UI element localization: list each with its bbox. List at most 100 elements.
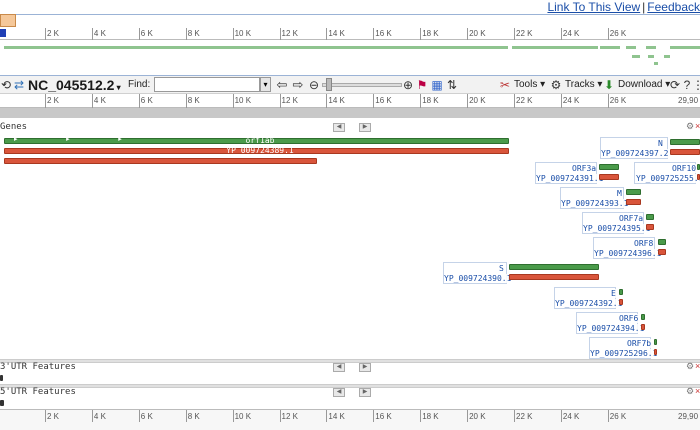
orf6-cds-label[interactable]: YP_009724394.1 — [577, 324, 645, 333]
orf8-cds-bar[interactable] — [658, 249, 666, 255]
bottom-tick-label: 8 K — [187, 412, 200, 421]
zoom-in-icon[interactable]: ⊕ — [402, 77, 414, 93]
n-gene-label[interactable]: N — [658, 139, 663, 148]
orf8-cds-label[interactable]: YP_009724396.1 — [594, 249, 662, 258]
sequence-icon[interactable]: ▦ — [430, 77, 444, 93]
orf1ab-arrow: ▸ ▸ ▸ — [14, 136, 122, 143]
zoom-out-icon[interactable]: ⊖ — [307, 77, 321, 93]
bottom-tick-line — [279, 410, 281, 422]
orf3a-gene-bar[interactable] — [599, 164, 619, 170]
bottom-tick-line — [91, 410, 93, 422]
overview-tick-label: 22 K — [516, 29, 533, 38]
orf7b-cds-bar[interactable] — [654, 349, 657, 355]
e-gene-bar[interactable] — [619, 289, 623, 295]
pan-left-icon[interactable]: ⇦ — [275, 77, 289, 93]
s-gene-bar[interactable] — [509, 264, 599, 270]
genes-close-icon[interactable]: × — [695, 121, 700, 131]
orf7b-gene-label[interactable]: ORF7b — [627, 339, 652, 348]
tools-menu[interactable]: Tools ▾ — [514, 79, 545, 90]
main-tick-label: 6 K — [140, 96, 153, 105]
orf7a-cds-label[interactable]: YP_009724395.1 — [583, 224, 651, 233]
orf3a-gene-label[interactable]: ORF3a — [572, 164, 597, 173]
utr5-settings-icon[interactable]: ⚙ — [686, 386, 694, 397]
utr3-close-icon[interactable]: × — [695, 361, 700, 371]
orf7a-gene-label[interactable]: ORF7a — [619, 214, 644, 223]
main-tick-line — [420, 94, 422, 108]
find-dropdown-icon[interactable]: ▾ — [260, 77, 271, 92]
bottom-tick-label: 12 K — [281, 412, 298, 421]
genes-scroll-right[interactable]: ▶ — [359, 123, 371, 132]
main-ruler: 2 K 4 K 6 K 8 K 10 K 12 K 14 K 16 K 18 K 20 K 22 K… — [0, 94, 700, 108]
zoom-slider-thumb[interactable] — [326, 78, 332, 91]
main-tick-line — [138, 94, 140, 108]
tracks-menu[interactable]: Tracks ▾ — [565, 79, 602, 90]
orf8-gene-label[interactable]: ORF8 — [634, 239, 654, 248]
overview-tick-line — [560, 28, 562, 40]
orf7b-gene-bar[interactable] — [654, 339, 657, 345]
tools-icon[interactable]: ✂ — [498, 77, 512, 93]
m-cds-label[interactable]: YP_009724393.1 — [561, 199, 629, 208]
utr5-scroll-right[interactable]: ▶ — [359, 388, 371, 397]
utr3-settings-icon[interactable]: ⚙ — [686, 361, 694, 372]
back-icon[interactable]: ⟲ — [0, 77, 12, 93]
overview-tick-label: 20 K — [469, 29, 486, 38]
download-icon[interactable]: ⬇ — [602, 77, 616, 93]
orf8-gene-bar[interactable] — [658, 239, 666, 245]
utr3-scroll-left[interactable]: ◀ — [333, 363, 345, 372]
orf6-gene-label[interactable]: ORF6 — [619, 314, 639, 323]
more-icon[interactable]: ⋮ — [692, 77, 700, 93]
find-input[interactable] — [154, 77, 260, 92]
utr3-scroll-right[interactable]: ▶ — [359, 363, 371, 372]
utr5-close-icon[interactable]: × — [695, 386, 700, 396]
overview-panel[interactable] — [0, 14, 700, 76]
overview-marker[interactable] — [0, 14, 16, 27]
zoom-slider[interactable] — [322, 83, 402, 87]
m-gene-label[interactable]: M — [617, 189, 622, 198]
s-cds-label[interactable]: YP_009724390.1 — [444, 274, 512, 283]
orf7b-cds-label[interactable]: YP_009725296.1 — [590, 349, 658, 358]
bottom-tick-line — [467, 410, 469, 422]
e-cds-bar[interactable] — [619, 299, 623, 305]
flip-icon[interactable]: ⇅ — [445, 77, 459, 93]
n-gene-bar[interactable] — [670, 139, 700, 145]
e-gene-label[interactable]: E — [611, 289, 616, 298]
overview-orf7b — [654, 62, 658, 65]
download-menu[interactable]: Download ▾ — [618, 79, 670, 90]
orf10-gene-label[interactable]: ORF10 — [672, 164, 697, 173]
help-icon[interactable]: ? — [682, 77, 692, 93]
accession-selector[interactable]: NC_045512.2 ▾ — [28, 77, 121, 93]
orf7a-cds-bar[interactable] — [646, 224, 654, 230]
e-cds-label[interactable]: YP_009724392.1 — [555, 299, 623, 308]
s-gene-label[interactable]: S — [499, 264, 504, 273]
bottom-tick-line — [45, 410, 46, 422]
utr3-feature-mark[interactable] — [0, 375, 3, 381]
link-to-this-view[interactable]: Link To This View — [547, 0, 640, 14]
overview-tick-label: 8 K — [187, 29, 200, 38]
orf6-cds-bar[interactable] — [641, 324, 645, 330]
marker-icon[interactable]: ⚑ — [415, 77, 429, 93]
orf7a-gene-bar[interactable] — [646, 214, 654, 220]
s-cds-bar[interactable] — [509, 274, 599, 280]
refresh-icon[interactable]: ⇄ — [13, 77, 25, 93]
utr5-scroll-left[interactable]: ◀ — [333, 388, 345, 397]
tools-label: Tools — [514, 79, 538, 90]
genes-scroll-left[interactable]: ◀ — [333, 123, 345, 132]
feedback-link[interactable]: Feedback — [647, 0, 700, 14]
gear-icon[interactable]: ⚙ — [549, 77, 563, 93]
orf3a-cds-label[interactable]: YP_009724391.1 — [536, 174, 604, 183]
pan-right-icon[interactable]: ⇨ — [291, 77, 305, 93]
orf1a-cds-bar[interactable] — [4, 158, 317, 164]
overview-tick-label: 12 K — [281, 29, 298, 38]
n-cds-label[interactable]: YP_009724397.2 — [601, 149, 669, 158]
genes-settings-icon[interactable]: ⚙ — [686, 121, 694, 132]
m-cds-bar[interactable] — [626, 199, 641, 205]
reload-icon[interactable]: ⟳ — [669, 77, 681, 93]
m-gene-bar[interactable] — [626, 189, 641, 195]
main-tick-line — [560, 94, 562, 108]
main-tick-label: 26 K — [609, 96, 627, 105]
n-cds-bar[interactable] — [670, 149, 700, 155]
orf6-gene-bar[interactable] — [641, 314, 645, 320]
orf3a-cds-bar[interactable] — [599, 174, 619, 180]
utr5-feature-mark[interactable] — [0, 400, 4, 406]
orf10-cds-label[interactable]: YP_009725255.1 — [636, 174, 700, 183]
